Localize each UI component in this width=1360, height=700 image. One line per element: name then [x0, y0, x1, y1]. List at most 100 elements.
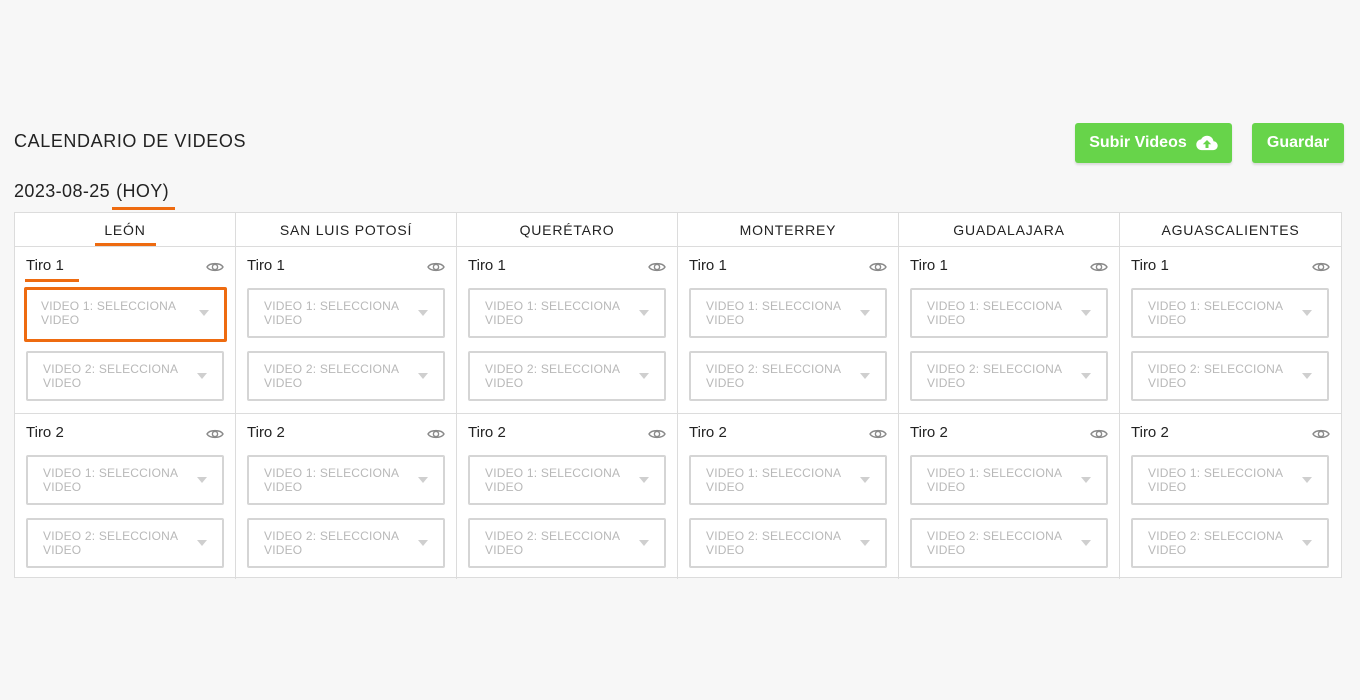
video1-select[interactable]: VIDEO 1: SELECCIONA VIDEO: [24, 287, 227, 342]
shot-label: Tiro 2: [689, 424, 727, 441]
select-placeholder: VIDEO 2: SELECCIONA VIDEO: [264, 362, 399, 390]
chevron-down-icon: [418, 477, 428, 483]
cloud-upload-icon: [1196, 135, 1218, 151]
video1-select[interactable]: VIDEO 1: SELECCIONA VIDEO: [247, 455, 445, 505]
video1-select[interactable]: VIDEO 1: SELECCIONA VIDEO: [26, 455, 224, 505]
chevron-down-icon: [860, 310, 870, 316]
city-header[interactable]: QUERÉTARO: [457, 213, 678, 247]
video2-select[interactable]: VIDEO 2: SELECCIONA VIDEO: [689, 518, 887, 568]
chevron-down-icon: [418, 373, 428, 379]
eye-icon[interactable]: [869, 261, 887, 273]
video2-select[interactable]: VIDEO 2: SELECCIONA VIDEO: [247, 518, 445, 568]
chevron-down-icon: [1302, 477, 1312, 483]
video2-select[interactable]: VIDEO 2: SELECCIONA VIDEO: [1131, 351, 1329, 401]
select-placeholder: VIDEO 2: SELECCIONA VIDEO: [1148, 362, 1283, 390]
city-header[interactable]: GUADALAJARA: [899, 213, 1120, 247]
eye-icon[interactable]: [648, 428, 666, 440]
video1-select[interactable]: VIDEO 1: SELECCIONA VIDEO: [468, 288, 666, 338]
upload-videos-label: Subir Videos: [1089, 134, 1187, 151]
eye-icon[interactable]: [206, 428, 224, 440]
chevron-down-icon: [418, 310, 428, 316]
chevron-down-icon: [639, 310, 649, 316]
chevron-down-icon: [860, 477, 870, 483]
eye-icon[interactable]: [1090, 428, 1108, 440]
city-name: MONTERREY: [739, 221, 837, 238]
shot-label: Tiro 2: [26, 424, 64, 441]
city-name: GUADALAJARA: [953, 221, 1065, 238]
select-placeholder: VIDEO 1: SELECCIONA VIDEO: [927, 466, 1062, 494]
video2-select[interactable]: VIDEO 2: SELECCIONA VIDEO: [468, 351, 666, 401]
shot-label: Tiro 1: [689, 257, 727, 274]
shot-cell: Tiro 1 VIDEO 1: SELECCIONA VIDEO VIDEO 2: …: [899, 247, 1120, 414]
select-placeholder: VIDEO 1: SELECCIONA VIDEO: [1148, 466, 1283, 494]
save-label: Guardar: [1266, 134, 1330, 151]
upload-videos-button[interactable]: Subir Videos: [1075, 123, 1232, 163]
shot-label: Tiro 1: [25, 257, 79, 282]
video2-select[interactable]: VIDEO 2: SELECCIONA VIDEO: [910, 351, 1108, 401]
select-placeholder: VIDEO 2: SELECCIONA VIDEO: [706, 529, 841, 557]
chevron-down-icon: [1302, 373, 1312, 379]
select-placeholder: VIDEO 1: SELECCIONA VIDEO: [485, 299, 620, 327]
video1-select[interactable]: VIDEO 1: SELECCIONA VIDEO: [1131, 455, 1329, 505]
video2-select[interactable]: VIDEO 2: SELECCIONA VIDEO: [1131, 518, 1329, 568]
shot-label: Tiro 1: [910, 257, 948, 274]
select-placeholder: VIDEO 2: SELECCIONA VIDEO: [264, 529, 399, 557]
select-placeholder: VIDEO 1: SELECCIONA VIDEO: [706, 466, 841, 494]
video2-select[interactable]: VIDEO 2: SELECCIONA VIDEO: [26, 351, 224, 401]
shot-cell: Tiro 2 VIDEO 1: SELECCIONA VIDEO VIDEO 2: …: [678, 414, 899, 579]
shot-label: Tiro 2: [1131, 424, 1169, 441]
video1-select[interactable]: VIDEO 1: SELECCIONA VIDEO: [689, 455, 887, 505]
chevron-down-icon: [639, 373, 649, 379]
select-placeholder: VIDEO 2: SELECCIONA VIDEO: [1148, 529, 1283, 557]
eye-icon[interactable]: [648, 261, 666, 273]
city-name: LEÓN: [95, 221, 157, 246]
page-title: CALENDARIO DE VIDEOS: [14, 131, 247, 151]
select-placeholder: VIDEO 1: SELECCIONA VIDEO: [43, 466, 178, 494]
shot-cell: Tiro 1 VIDEO 1: SELECCIONA VIDEO VIDEO 2: …: [1120, 247, 1341, 414]
eye-icon[interactable]: [1090, 261, 1108, 273]
select-placeholder: VIDEO 1: SELECCIONA VIDEO: [264, 299, 399, 327]
video2-select[interactable]: VIDEO 2: SELECCIONA VIDEO: [689, 351, 887, 401]
video2-select[interactable]: VIDEO 2: SELECCIONA VIDEO: [247, 351, 445, 401]
chevron-down-icon: [1081, 477, 1091, 483]
city-name: QUERÉTARO: [519, 221, 615, 238]
video2-select[interactable]: VIDEO 2: SELECCIONA VIDEO: [910, 518, 1108, 568]
select-placeholder: VIDEO 1: SELECCIONA VIDEO: [1148, 299, 1283, 327]
video1-select[interactable]: VIDEO 1: SELECCIONA VIDEO: [247, 288, 445, 338]
chevron-down-icon: [197, 540, 207, 546]
shot-label: Tiro 1: [468, 257, 506, 274]
eye-icon[interactable]: [1312, 428, 1330, 440]
eye-icon[interactable]: [206, 261, 224, 273]
video1-select[interactable]: VIDEO 1: SELECCIONA VIDEO: [468, 455, 666, 505]
city-name: SAN LUIS POTOSÍ: [279, 221, 413, 238]
chevron-down-icon: [639, 540, 649, 546]
today-label: (HOY): [116, 181, 170, 201]
eye-icon[interactable]: [427, 428, 445, 440]
city-header[interactable]: LEÓN: [15, 213, 236, 247]
city-header[interactable]: SAN LUIS POTOSÍ: [236, 213, 457, 247]
select-placeholder: VIDEO 2: SELECCIONA VIDEO: [485, 362, 620, 390]
select-placeholder: VIDEO 1: SELECCIONA VIDEO: [485, 466, 620, 494]
select-placeholder: VIDEO 2: SELECCIONA VIDEO: [927, 362, 1062, 390]
city-header[interactable]: MONTERREY: [678, 213, 899, 247]
city-header[interactable]: AGUASCALIENTES: [1120, 213, 1341, 247]
video1-select[interactable]: VIDEO 1: SELECCIONA VIDEO: [1131, 288, 1329, 338]
date-value: 2023-08-25: [14, 181, 111, 201]
chevron-down-icon: [1081, 373, 1091, 379]
video2-select[interactable]: VIDEO 2: SELECCIONA VIDEO: [26, 518, 224, 568]
chevron-down-icon: [860, 373, 870, 379]
shot-cell: Tiro 2 VIDEO 1: SELECCIONA VIDEO VIDEO 2: …: [1120, 414, 1341, 579]
eye-icon[interactable]: [1312, 261, 1330, 273]
save-button[interactable]: Guardar: [1252, 123, 1344, 163]
video1-select[interactable]: VIDEO 1: SELECCIONA VIDEO: [910, 288, 1108, 338]
eye-icon[interactable]: [869, 428, 887, 440]
eye-icon[interactable]: [427, 261, 445, 273]
shot-label: Tiro 1: [247, 257, 285, 274]
video2-select[interactable]: VIDEO 2: SELECCIONA VIDEO: [468, 518, 666, 568]
shot-cell: Tiro 1 VIDEO 1: SELECCIONA VIDEO VIDEO 2: …: [678, 247, 899, 414]
select-placeholder: VIDEO 2: SELECCIONA VIDEO: [485, 529, 620, 557]
video1-select[interactable]: VIDEO 1: SELECCIONA VIDEO: [910, 455, 1108, 505]
select-placeholder: VIDEO 2: SELECCIONA VIDEO: [43, 529, 178, 557]
video1-select[interactable]: VIDEO 1: SELECCIONA VIDEO: [689, 288, 887, 338]
chevron-down-icon: [197, 477, 207, 483]
